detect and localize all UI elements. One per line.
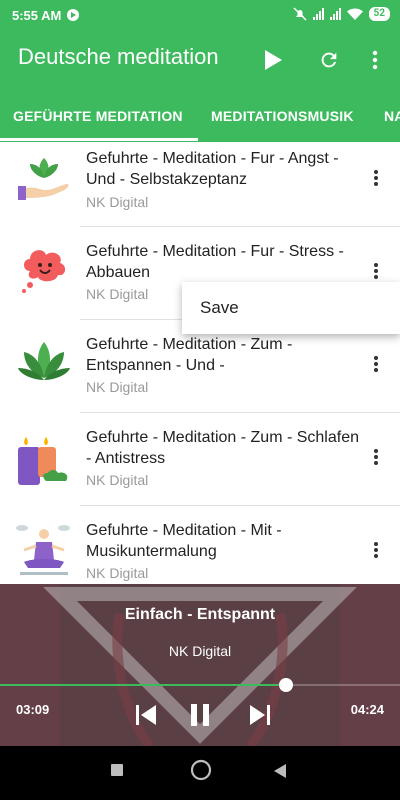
save-menu-item[interactable]: Save: [200, 298, 239, 318]
recents-icon[interactable]: [110, 763, 124, 777]
mute-alarm-icon: [293, 7, 307, 21]
seek-bar-progress: [0, 684, 286, 686]
app-title: Deutsche meditation: [18, 44, 219, 69]
seek-bar-thumb[interactable]: [279, 678, 293, 692]
pause-icon[interactable]: [188, 702, 212, 728]
lotus-icon: [18, 342, 70, 380]
track-artist: NK Digital: [86, 565, 149, 581]
status-bar: 5:55 AM 52: [0, 0, 400, 30]
track-title: Gefuhrte - Meditation - Fur - Stress - A…: [86, 243, 344, 281]
signal-icon-2: [329, 8, 341, 20]
list-item[interactable]: Gefuhrte - Meditation - Mit - Musikunter…: [0, 506, 400, 584]
meditating-person-icon: [16, 525, 70, 575]
cloud-face-icon: [22, 250, 66, 293]
item-more-icon[interactable]: [368, 540, 384, 560]
list-item[interactable]: Gefuhrte - Meditation - Zum - Schlafen -…: [0, 413, 400, 506]
mini-player: Einfach - Entspannt NK Digital 03:09 04:…: [0, 584, 400, 746]
item-more-icon[interactable]: [368, 447, 384, 467]
home-icon[interactable]: [190, 759, 212, 781]
play-icon[interactable]: [260, 47, 286, 73]
youtube-play-status-icon: [67, 9, 80, 21]
tab-indicator: [0, 138, 198, 141]
item-more-icon[interactable]: [368, 168, 384, 188]
player-artist: NK Digital: [168, 643, 232, 659]
refresh-icon[interactable]: [316, 47, 342, 73]
candles-icon: [18, 437, 68, 485]
track-title: Gefuhrte - Meditation - Mit - Musikunter…: [86, 522, 282, 560]
item-more-icon[interactable]: [368, 261, 384, 281]
item-more-icon[interactable]: [368, 354, 384, 374]
save-popup-menu: Save: [182, 282, 400, 334]
tab-meditationsmusik[interactable]: MEDITATIONSMUSIK: [211, 108, 354, 124]
track-artist: NK Digital: [86, 194, 149, 210]
back-icon[interactable]: [272, 763, 288, 779]
skip-next-icon[interactable]: [248, 702, 272, 728]
list-item[interactable]: Gefuhrte - Meditation - Fur - Angst - Un…: [0, 142, 400, 235]
elapsed-time: 03:09: [16, 702, 50, 717]
seek-bar[interactable]: [0, 684, 400, 686]
status-time: 5:55 AM: [12, 7, 62, 23]
tab-gefuehrte-meditation[interactable]: GEFÜHRTE MEDITATION: [13, 108, 183, 124]
battery-icon: 52: [368, 7, 390, 21]
player-song-title: Einfach - Entspannt: [124, 606, 276, 623]
tab-bar: GEFÜHRTE MEDITATION MEDITATIONSMUSIK NA: [0, 90, 400, 142]
system-nav-bar: [0, 746, 400, 800]
tab-na[interactable]: NA: [384, 108, 400, 124]
track-title: Gefuhrte - Meditation - Zum - Entspannen…: [86, 336, 293, 374]
track-artist: NK Digital: [86, 472, 149, 488]
track-title: Gefuhrte - Meditation - Fur - Angst - Un…: [86, 150, 339, 188]
wifi-icon: [346, 8, 363, 20]
skip-previous-icon[interactable]: [134, 702, 158, 728]
more-vert-icon[interactable]: [362, 47, 388, 73]
track-artist: NK Digital: [86, 379, 149, 395]
track-title: Gefuhrte - Meditation - Zum - Schlafen -…: [86, 429, 359, 467]
app-bar: Deutsche meditation: [0, 30, 400, 90]
lotus-hand-icon: [18, 158, 69, 200]
status-icons: 52: [293, 7, 390, 21]
track-list: Gefuhrte - Meditation - Fur - Angst - Un…: [0, 142, 400, 584]
track-artist: NK Digital: [86, 286, 149, 302]
signal-icon-1: [312, 8, 324, 20]
total-duration: 04:24: [350, 702, 384, 717]
